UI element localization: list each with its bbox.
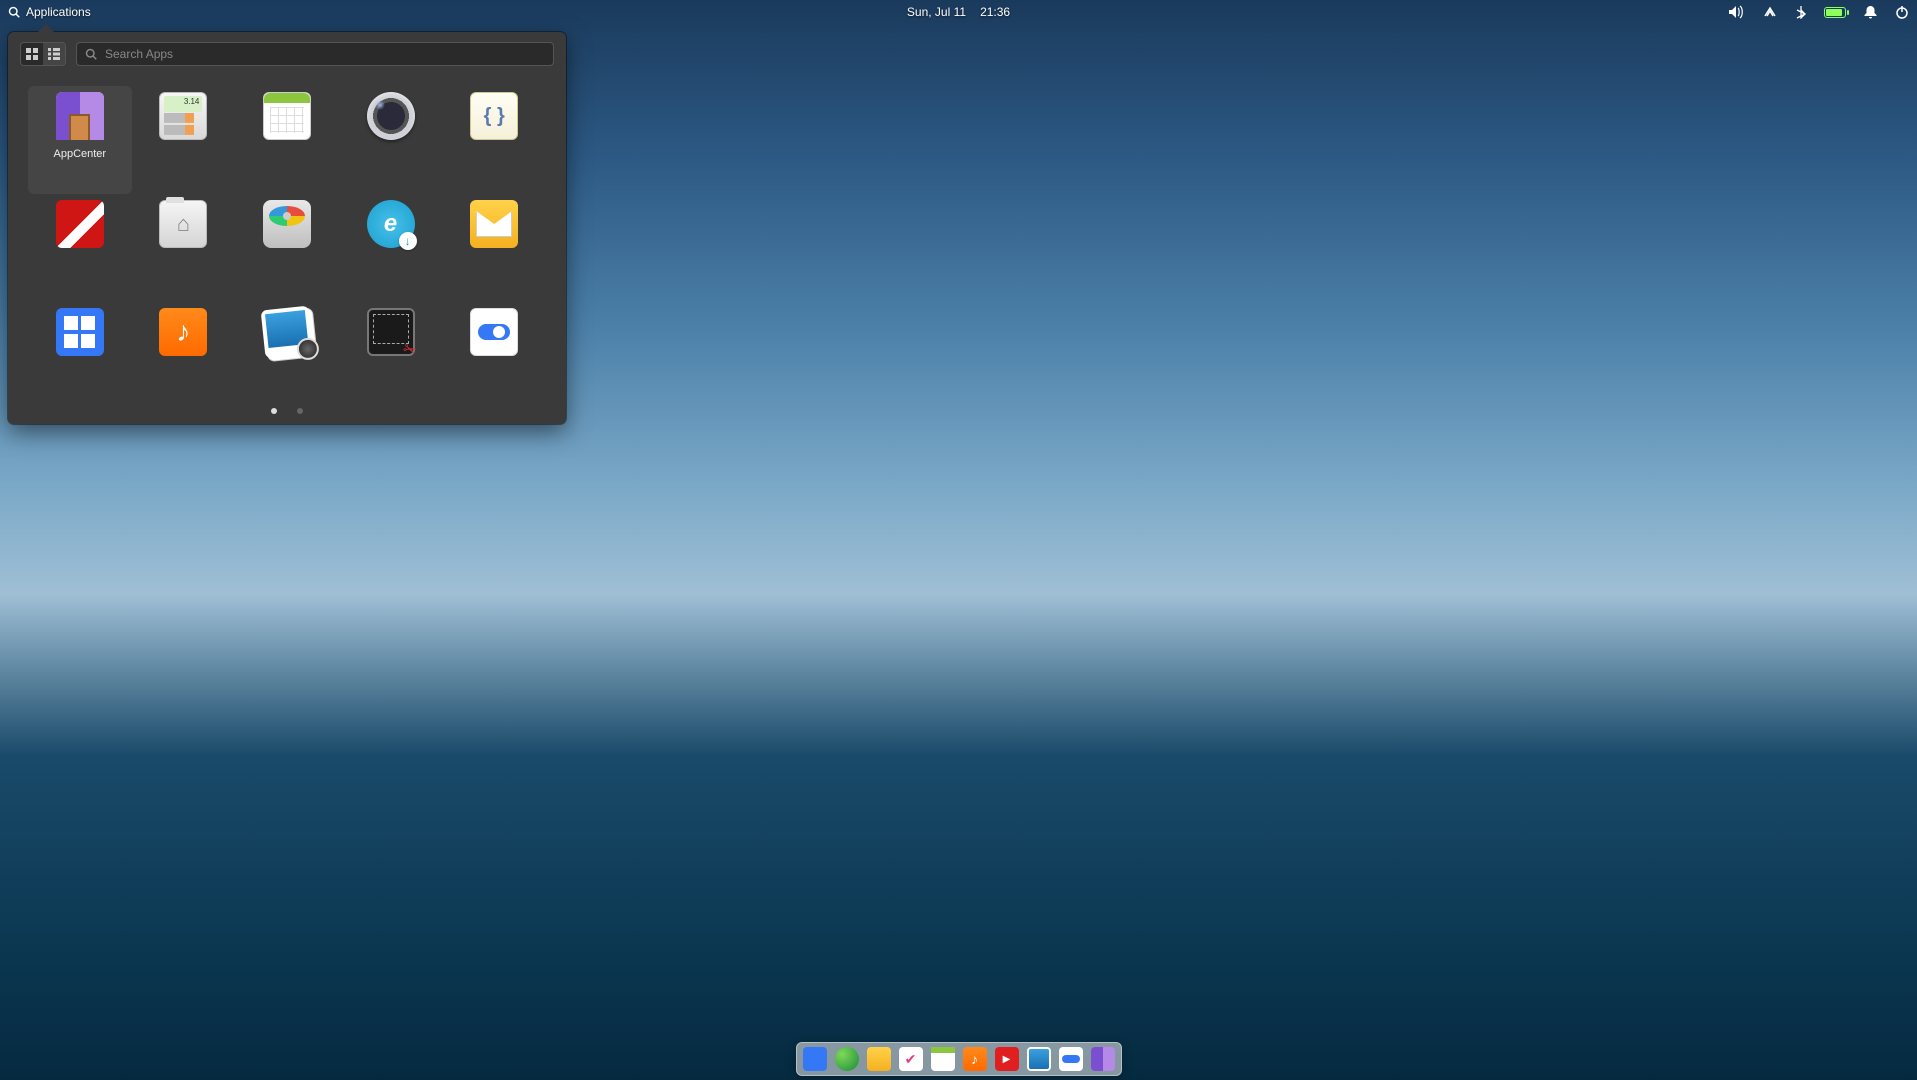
mail-icon	[470, 200, 518, 248]
calendar-icon	[263, 92, 311, 140]
dock-photos[interactable]	[1027, 1047, 1051, 1071]
pdf-icon	[56, 200, 104, 248]
search-field[interactable]	[76, 42, 554, 66]
camera-icon	[367, 92, 415, 140]
network-icon[interactable]	[1762, 5, 1778, 19]
power-icon[interactable]	[1895, 5, 1909, 19]
code-icon: { }	[470, 92, 518, 140]
page-dot-2[interactable]	[297, 408, 303, 414]
search-icon	[85, 48, 97, 60]
app-grid: AppCenter { }	[8, 76, 566, 410]
dock-tasks[interactable]	[899, 1047, 923, 1071]
app-screenshot[interactable]	[339, 302, 443, 410]
volume-icon[interactable]	[1728, 5, 1744, 19]
app-calculator[interactable]	[132, 86, 236, 194]
app-installer[interactable]	[339, 194, 443, 302]
dock-multitask[interactable]	[803, 1047, 827, 1071]
app-mail[interactable]	[442, 194, 546, 302]
screenshot-icon	[367, 308, 415, 356]
applications-popover: AppCenter { }	[8, 32, 566, 424]
bluetooth-icon[interactable]	[1796, 5, 1806, 19]
app-pdf[interactable]	[28, 194, 132, 302]
search-input[interactable]	[105, 47, 545, 61]
appcenter-icon	[56, 92, 104, 140]
dock-mail[interactable]	[867, 1047, 891, 1071]
dock-video[interactable]	[995, 1047, 1019, 1071]
installer-icon	[367, 200, 415, 248]
grid-view-button[interactable]	[21, 43, 43, 65]
app-multitask[interactable]	[28, 302, 132, 410]
app-code[interactable]: { }	[442, 86, 546, 194]
app-appcenter[interactable]: AppCenter	[28, 86, 132, 194]
app-settings[interactable]	[442, 302, 546, 410]
battery-fill	[1826, 9, 1842, 16]
app-photos[interactable]	[235, 302, 339, 410]
app-label: AppCenter	[54, 148, 107, 160]
popover-header	[8, 32, 566, 76]
calculator-icon	[159, 92, 207, 140]
settings-icon	[470, 308, 518, 356]
dock-calendar[interactable]	[931, 1047, 955, 1071]
dock-music[interactable]	[963, 1047, 987, 1071]
clock[interactable]: Sun, Jul 11 21:36	[907, 5, 1010, 19]
photos-icon	[261, 306, 314, 359]
battery-icon[interactable]	[1824, 7, 1846, 18]
applications-label: Applications	[26, 5, 91, 19]
app-camera[interactable]	[339, 86, 443, 194]
panel-date: Sun, Jul 11	[907, 5, 966, 19]
files-icon	[159, 200, 207, 248]
page-dot-1[interactable]	[271, 408, 277, 414]
category-view-button[interactable]	[43, 43, 65, 65]
app-calendar[interactable]	[235, 86, 339, 194]
dock-settings[interactable]	[1059, 1047, 1083, 1071]
view-switcher	[20, 42, 66, 66]
notifications-icon[interactable]	[1864, 5, 1877, 19]
dock-web[interactable]	[835, 1047, 859, 1071]
grid-icon	[26, 48, 38, 60]
top-panel: Applications Sun, Jul 11 21:36	[0, 0, 1917, 24]
app-music[interactable]: ♪	[132, 302, 236, 410]
disks-icon	[263, 200, 311, 248]
music-icon: ♪	[159, 308, 207, 356]
app-files[interactable]	[132, 194, 236, 302]
app-disks[interactable]	[235, 194, 339, 302]
applications-menu-button[interactable]: Applications	[8, 5, 91, 19]
dock	[796, 1042, 1122, 1076]
dock-appcenter[interactable]	[1091, 1047, 1115, 1071]
search-icon	[8, 6, 20, 18]
panel-time: 21:36	[980, 5, 1010, 19]
list-icon	[48, 48, 60, 60]
multitask-icon	[56, 308, 104, 356]
page-indicator	[271, 408, 303, 414]
